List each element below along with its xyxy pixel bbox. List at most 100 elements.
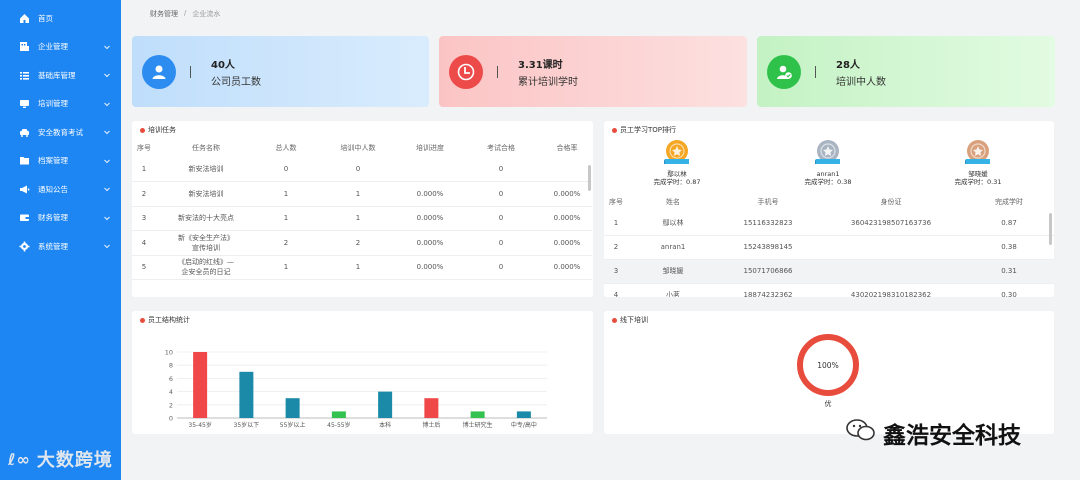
- user-check-icon: [767, 54, 801, 89]
- table-cell: 新安法培训: [188, 165, 224, 173]
- table-cell: 0.38: [1001, 243, 1017, 251]
- x-tick-label: 本科: [379, 421, 391, 429]
- table-cell: 0.000%: [553, 238, 581, 247]
- y-tick-label: 6: [169, 375, 173, 383]
- home-icon: [18, 12, 30, 24]
- wallet-icon: [18, 212, 30, 224]
- stat-value: 3.31课时: [518, 59, 563, 71]
- table-cell: 《启动的红线》— 企安全员的日记: [178, 258, 234, 277]
- table-cell: 1: [141, 165, 147, 173]
- y-tick-label: 8: [169, 362, 173, 370]
- sidebar-item-label: 档案管理: [38, 156, 68, 166]
- sidebar-item-7[interactable]: 财务管理: [0, 204, 121, 233]
- table-cell: 1: [355, 189, 361, 198]
- table-cell: 3: [141, 214, 147, 223]
- donut-label: 优: [825, 399, 832, 408]
- bar[interactable]: [285, 398, 300, 418]
- column-header: 任务名称: [192, 144, 220, 152]
- sidebar-item-label: 财务管理: [38, 213, 68, 223]
- column-header: 序号: [137, 144, 151, 152]
- watermark-right: 鑫浩安全科技: [845, 416, 1021, 450]
- table-row[interactable]: 2 anran1 15243898145 0.38: [604, 235, 1054, 259]
- gear-icon: [18, 240, 30, 252]
- column-header: 培训进度: [416, 144, 444, 152]
- watermark-left-text: 大数跨境: [36, 450, 113, 471]
- table-cell: 0.000%: [416, 263, 444, 272]
- table-row[interactable]: 1 鄢以林 15116332823 360423198507163736 0.87: [604, 211, 1054, 235]
- table-header-row: 序号 任务名称 总人数 培训中人数 培训进度 考试合格 合格率: [132, 139, 592, 157]
- table-cell: 4: [613, 291, 619, 297]
- table-cell: 0.000%: [416, 238, 444, 247]
- table-row[interactable]: 2 新安法培训 1 1 0.000% 0 0.000%: [132, 182, 592, 206]
- sidebar-item-8[interactable]: 系统管理: [0, 232, 121, 261]
- table-cell: 0.000%: [416, 214, 444, 223]
- table-cell: 15243898145: [743, 243, 793, 251]
- table-cell: 360423198507163736: [850, 218, 932, 227]
- scrollbar[interactable]: [588, 165, 591, 191]
- divider: [497, 65, 498, 78]
- employee-structure-panel: 员工结构统计 0 2 4 6 8 10 35-45岁 35岁以下 55岁以上 45-55岁 本科 博士…: [132, 311, 593, 434]
- sidebar-item-1[interactable]: 企业管理: [0, 33, 121, 62]
- bar[interactable]: [193, 352, 208, 418]
- table-row[interactable]: 4 新《安全生产法》 宣传培训 2 2 0.000% 0 0.000%: [132, 231, 592, 255]
- podium-time: 完成学时：0.38: [804, 178, 852, 186]
- bar[interactable]: [239, 371, 254, 418]
- podium-entry: 鄢以林 完成学时：0.87: [647, 138, 707, 186]
- table-row[interactable]: 5 《启动的红线》— 企安全员的日记 1 1 0.000% 0 0.000%: [132, 255, 592, 280]
- sidebar-item-6[interactable]: 通知公告: [0, 175, 121, 204]
- table-cell: 15116332823: [743, 218, 793, 227]
- bar[interactable]: [424, 398, 439, 418]
- column-header: 姓名: [666, 198, 680, 206]
- bar[interactable]: [516, 411, 531, 418]
- chevron-down-icon: [103, 242, 111, 250]
- table-cell: 1: [283, 189, 289, 198]
- sidebar-item-label: 系统管理: [38, 241, 68, 251]
- x-tick-label: 35-45岁: [188, 421, 211, 429]
- user-icon: [142, 54, 176, 89]
- medal-icon: [963, 138, 991, 168]
- table-cell: 15071706866: [743, 267, 793, 275]
- podium-entry: anran1 完成学时：0.38: [798, 138, 858, 186]
- table-cell: 1: [355, 214, 361, 223]
- table-row[interactable]: 4 小茗 18874232362 430202198310182362 0.30: [604, 283, 1054, 297]
- y-tick-label: 0: [169, 415, 173, 423]
- table-row[interactable]: 3 邹晓媛 15071706866 0.31: [604, 259, 1054, 283]
- bar[interactable]: [378, 391, 393, 418]
- scrollbar[interactable]: [1049, 213, 1052, 245]
- y-tick-label: 2: [169, 401, 173, 409]
- column-header: 考试合格: [487, 144, 515, 152]
- sidebar-item-5[interactable]: 档案管理: [0, 147, 121, 176]
- divider: [190, 65, 191, 78]
- table-cell: 小茗: [666, 291, 680, 297]
- car-icon: [18, 126, 30, 138]
- x-tick-label: 博士后: [422, 421, 440, 429]
- table-cell: 430202198310182362: [850, 291, 932, 297]
- breadcrumb-item-finance[interactable]: 财务管理: [150, 9, 178, 19]
- table-cell: 2: [283, 238, 289, 247]
- table-row[interactable]: 1 新安法培训 0 0 0: [132, 157, 592, 182]
- watermark-right-text: 鑫浩安全科技: [883, 423, 1021, 449]
- sidebar-item-2[interactable]: 基础库管理: [0, 61, 121, 90]
- sidebar-item-3[interactable]: 培训管理: [0, 90, 121, 119]
- sidebar-item-4[interactable]: 安全教育考试: [0, 118, 121, 147]
- bar[interactable]: [331, 411, 346, 418]
- title-dot-icon: [140, 127, 145, 133]
- table-cell: 0.87: [1001, 218, 1017, 227]
- stat-card-employees: 40人 公司员工数: [132, 36, 429, 107]
- tasks-table: 序号 任务名称 总人数 培训中人数 培训进度 考试合格 合格率 1 新安法培训 0 0 0 2 新安法培…: [132, 139, 592, 280]
- bar[interactable]: [470, 411, 485, 418]
- sidebar-item-0[interactable]: 首页: [0, 4, 121, 33]
- panel-title: 培训任务: [140, 125, 176, 135]
- megaphone-icon: [18, 183, 30, 195]
- podium-name: anran1: [816, 170, 840, 178]
- chevron-down-icon: [103, 100, 111, 108]
- stat-label: 培训中人数: [836, 76, 886, 88]
- divider: [815, 65, 816, 78]
- table-cell: 鄢以林: [662, 218, 684, 227]
- sidebar: 首页 企业管理 基础库管理 培训管理 安全教育考试 档案管理 通知公告 财务管理 系统管理 ℓ∞…: [0, 0, 121, 480]
- table-cell: 0.000%: [416, 189, 444, 198]
- monitor-icon: [18, 98, 30, 110]
- table-row[interactable]: 3 新安法的十大亮点 1 1 0.000% 0 0.000%: [132, 206, 592, 231]
- panel-title: 员工学习TOP排行: [612, 125, 676, 135]
- chevron-down-icon: [103, 71, 111, 79]
